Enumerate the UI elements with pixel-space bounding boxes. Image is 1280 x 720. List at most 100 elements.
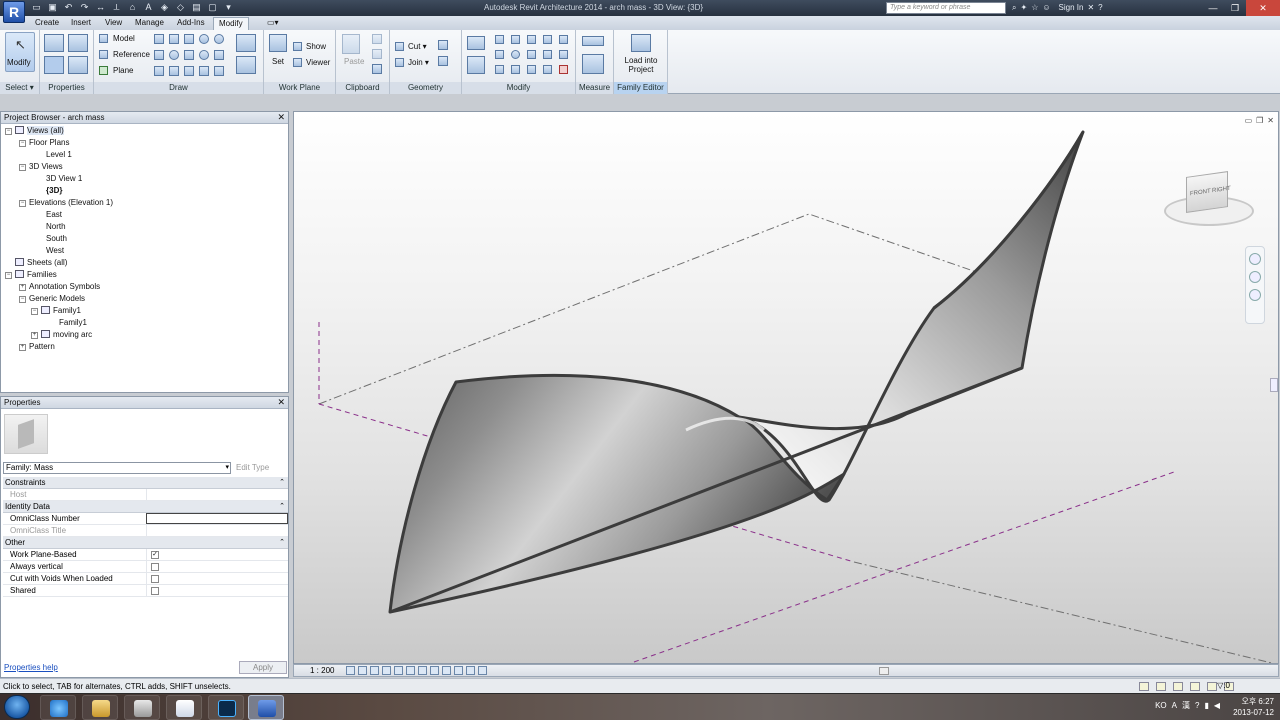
design-options-icon[interactable] (1156, 682, 1166, 691)
collapse-icon[interactable]: ⌃ (279, 501, 285, 512)
close-hidden-icon[interactable]: ▤ (190, 1, 203, 14)
tree-item-views[interactable]: − Views (all) (5, 126, 64, 136)
spline-icon[interactable] (184, 50, 194, 60)
ribbon-minimize-icon[interactable]: ▭▾ (262, 17, 284, 30)
redo-icon[interactable]: ↷ (78, 1, 91, 14)
paint-icon[interactable] (438, 56, 448, 66)
plane-icon[interactable] (99, 66, 108, 75)
modify-button[interactable]: ↖ Modify (5, 32, 35, 72)
favorites-icon[interactable]: ☆ (1031, 2, 1038, 14)
tree-item-west[interactable]: West (46, 246, 64, 256)
tree-item-east[interactable]: East (46, 210, 62, 220)
application-menu-button[interactable]: R (3, 1, 25, 23)
maximize-button[interactable]: ❐ (1224, 0, 1246, 16)
tab-manage[interactable]: Manage (130, 17, 169, 30)
tab-view[interactable]: View (100, 17, 127, 30)
array-icon[interactable] (543, 50, 552, 59)
draw-on-face-icon[interactable] (214, 66, 224, 76)
draw-reference-label[interactable]: Reference (113, 50, 150, 59)
trim-icon[interactable] (495, 50, 504, 59)
offset-icon[interactable] (495, 35, 504, 44)
help-icon[interactable]: ? (1098, 2, 1102, 14)
tree-item-annotation-symbols[interactable]: + Annotation Symbols (19, 282, 100, 292)
group-other[interactable]: Other ⌃ (3, 537, 288, 549)
move-icon[interactable] (467, 56, 485, 74)
paste-label[interactable]: Paste (344, 57, 364, 66)
viewcube-right-label[interactable]: RIGHT (1212, 186, 1231, 195)
viewcube-box[interactable]: FRONT RIGHT (1186, 171, 1231, 213)
user-icon[interactable]: ☺ (1042, 2, 1050, 14)
highlight-displacement-icon[interactable] (478, 666, 487, 675)
volume-icon[interactable]: ◀ (1214, 701, 1220, 710)
temporary-hide-icon[interactable] (442, 666, 451, 675)
taskbar-explorer[interactable] (82, 695, 118, 720)
zoom-icon[interactable] (1249, 271, 1261, 283)
work-plane-based-checkbox[interactable]: ✓ (151, 551, 159, 559)
undo-icon[interactable]: ↶ (62, 1, 75, 14)
ime-icon[interactable]: A (1172, 701, 1177, 710)
rectangle-tool-icon[interactable] (169, 34, 179, 44)
binoculars-icon[interactable]: ⌕ (1012, 2, 1016, 14)
analytical-model-icon[interactable] (466, 666, 475, 675)
cut-with-voids-checkbox[interactable] (151, 575, 159, 583)
view-minimize-button[interactable]: ▭ (1245, 116, 1253, 125)
prop-omniclass-number[interactable]: OmniClass Number (3, 513, 288, 525)
right-surface-face[interactable] (737, 130, 1085, 503)
collapse-icon[interactable]: ⌃ (279, 477, 285, 488)
tree-item-3d-view-1[interactable]: 3D View 1 (46, 174, 82, 184)
text-icon[interactable]: A (142, 1, 155, 14)
steering-wheel-icon[interactable] (1249, 253, 1261, 265)
set-workplane-icon[interactable] (269, 34, 287, 52)
tree-item-level-1[interactable]: Level 1 (46, 150, 72, 160)
tree-item-south[interactable]: South (46, 234, 67, 244)
draw-plane-label[interactable]: Plane (113, 66, 133, 75)
draw-model-label[interactable]: Model (113, 34, 135, 43)
taskbar-photoshop[interactable] (208, 695, 244, 720)
tree-item-elevations[interactable]: − Elevations (Elevation 1) (19, 198, 113, 208)
match-properties-icon[interactable] (372, 64, 382, 74)
group-identity-data[interactable]: Identity Data ⌃ (3, 501, 288, 513)
tree-item-moving-arc[interactable]: + moving arc (31, 330, 92, 340)
tree-item-family1[interactable]: − Family1 (31, 306, 81, 316)
viewer-label[interactable]: Viewer (306, 58, 330, 67)
partial-ellipse-icon[interactable] (214, 50, 224, 60)
measure-distance-icon[interactable] (582, 36, 604, 46)
tag-icon[interactable]: ⌂ (126, 1, 139, 14)
close-button[interactable]: ✕ (1246, 0, 1280, 16)
type-selector[interactable]: Family: Mass ▾ (3, 462, 231, 474)
delete-icon[interactable] (559, 65, 568, 74)
properties-icon[interactable] (44, 56, 64, 74)
show-workplane-icon[interactable] (293, 42, 302, 51)
sign-in-link[interactable]: Sign In (1059, 2, 1084, 14)
visual-style-icon[interactable] (358, 666, 367, 675)
ellipse-icon[interactable] (199, 50, 209, 60)
line-tool-icon[interactable] (154, 34, 164, 44)
hanja-icon[interactable]: 漢 (1182, 700, 1190, 711)
group-constraints[interactable]: Constraints ⌃ (3, 477, 288, 489)
measure-icon[interactable]: ↔ (94, 1, 107, 14)
tree-item-sheets[interactable]: Sheets (all) (15, 258, 67, 268)
select-links-icon[interactable] (1190, 682, 1200, 691)
reveal-hidden-icon[interactable] (454, 666, 463, 675)
tree-item-families[interactable]: − Families (5, 270, 57, 280)
search-input[interactable]: Type a keyword or phrase (886, 2, 1006, 14)
viewcube[interactable]: FRONT RIGHT (1164, 170, 1256, 234)
cut-clipboard-icon[interactable] (372, 34, 382, 44)
mirror-draw-icon[interactable] (527, 35, 536, 44)
mirror-axis-icon[interactable] (511, 35, 520, 44)
load-into-project-label[interactable]: Load into Project (617, 56, 665, 74)
detail-level-icon[interactable] (346, 666, 355, 675)
minimize-button[interactable]: — (1202, 0, 1224, 16)
align-icon[interactable] (467, 36, 485, 50)
vertical-scrollbar-thumb[interactable] (1270, 378, 1278, 392)
crop-view-icon[interactable] (406, 666, 415, 675)
split-gap-icon[interactable] (559, 35, 568, 44)
press-drag-icon[interactable] (1173, 682, 1183, 691)
tree-item-floor-plans[interactable]: − Floor Plans (19, 138, 69, 148)
aligned-dimension-icon[interactable] (582, 54, 604, 74)
switch-windows-icon[interactable]: ▢ (206, 1, 219, 14)
tree-item-north[interactable]: North (46, 222, 66, 232)
save-icon[interactable]: ▣ (46, 1, 59, 14)
view-close-button[interactable]: ✕ (1267, 116, 1274, 125)
exchange-icon[interactable]: ✕ (1087, 2, 1094, 14)
